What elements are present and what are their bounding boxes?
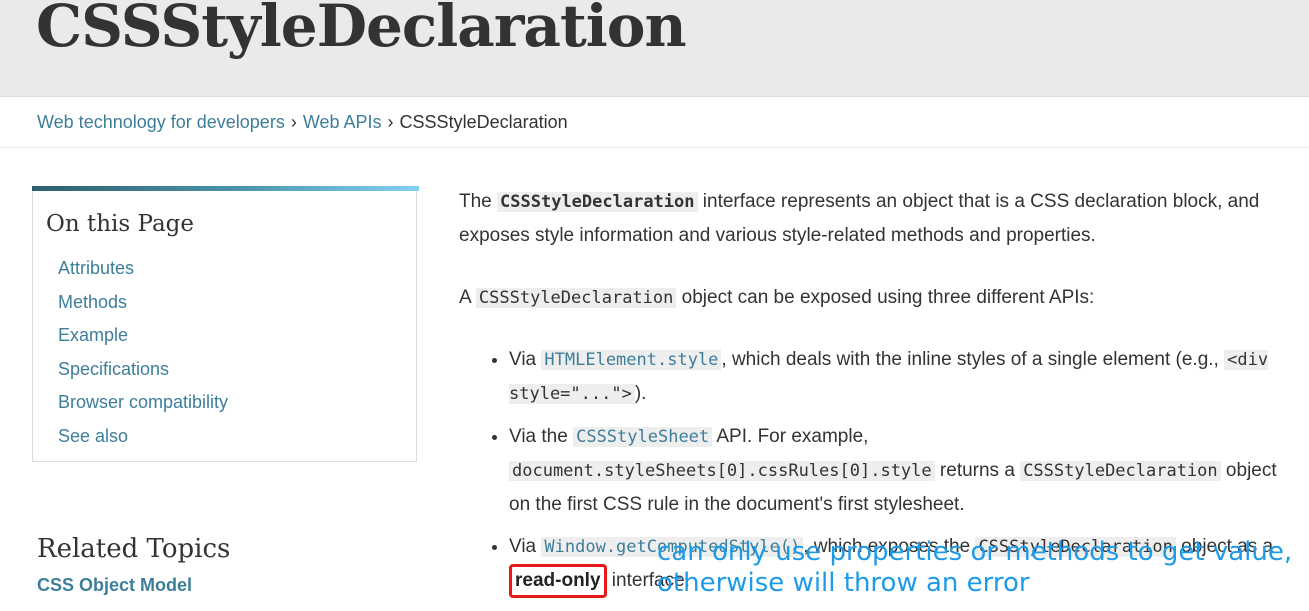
toc-link-browser-compatibility[interactable]: Browser compatibility <box>58 392 228 412</box>
toc-link-attributes[interactable]: Attributes <box>58 258 134 278</box>
on-this-page-panel: On this Page Attributes Methods Example … <box>32 186 419 462</box>
breadcrumb-current: CSSStyleDeclaration <box>399 112 568 132</box>
toc-list: Attributes Methods Example Specification… <box>58 258 228 460</box>
toc-accent-bar <box>32 186 419 191</box>
read-only-highlight: read-only <box>509 564 607 598</box>
related-topics-heading: Related Topics <box>37 534 231 564</box>
breadcrumb-separator: › <box>290 112 297 132</box>
apis-paragraph: A CSSStyleDeclaration object can be expo… <box>459 287 1095 308</box>
divider <box>0 147 1309 148</box>
toc-item: Specifications <box>58 359 228 393</box>
inline-code: CSSStyleDeclaration <box>1020 461 1221 481</box>
annotation-note: can only use properties or methods to ge… <box>657 537 1292 599</box>
toc-item: Browser compatibility <box>58 392 228 426</box>
toc-link-see-also[interactable]: See also <box>58 426 128 446</box>
article-content: The CSSStyleDeclaration interface repres… <box>459 185 1289 598</box>
intro-paragraph: The CSSStyleDeclaration interface repres… <box>459 191 1260 246</box>
toc-item: Methods <box>58 292 228 326</box>
breadcrumb-separator: › <box>387 112 394 132</box>
inline-code: CSSStyleDeclaration <box>475 288 677 308</box>
link-cssstylesheet[interactable]: CSSStyleSheet <box>573 426 713 447</box>
toc-item: Attributes <box>58 258 228 292</box>
breadcrumb-link-web-apis[interactable]: Web APIs <box>303 112 382 132</box>
toc-item: See also <box>58 426 228 460</box>
toc-link-methods[interactable]: Methods <box>58 292 127 312</box>
toc-heading: On this Page <box>46 211 194 237</box>
page-header: CSSStyleDeclaration <box>0 0 1309 97</box>
inline-code: document.styleSheets[0].cssRules[0].styl… <box>509 461 935 481</box>
inline-code: CSSStyleDeclaration <box>497 192 698 212</box>
toc-item: Example <box>58 325 228 359</box>
toc-link-specifications[interactable]: Specifications <box>58 359 169 379</box>
related-link-css-object-model[interactable]: CSS Object Model <box>37 575 192 596</box>
list-item: Via HTMLElement.style, which deals with … <box>509 343 1289 411</box>
breadcrumb: Web technology for developers › Web APIs › C… <box>37 112 568 133</box>
page-title: CSSStyleDeclaration <box>36 0 687 60</box>
list-item: Via the CSSStyleSheet API. For example, … <box>509 420 1289 521</box>
toc-link-example[interactable]: Example <box>58 325 128 345</box>
annotation-line: can only use properties or methods to ge… <box>657 537 1293 567</box>
link-htmlelement-style[interactable]: HTMLElement.style <box>541 349 722 370</box>
breadcrumb-link-web-technology[interactable]: Web technology for developers <box>37 112 285 132</box>
annotation-line: otherwise will throw an error <box>657 568 1030 598</box>
